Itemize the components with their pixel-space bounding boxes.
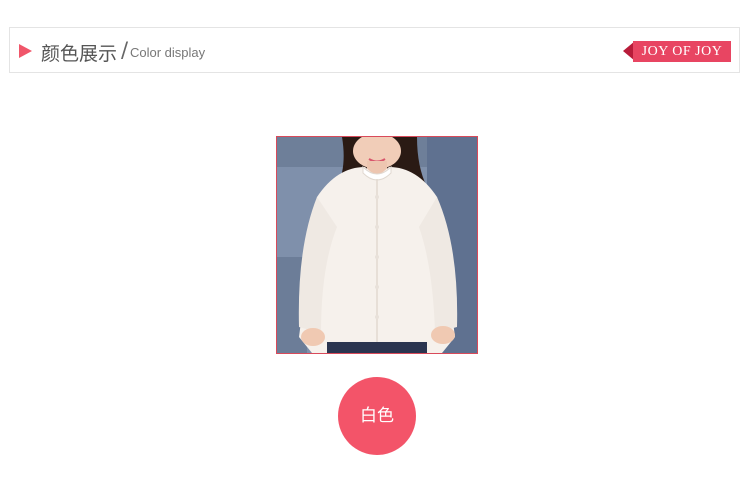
shirt-photo-illustration — [277, 137, 477, 353]
section-title-cn: 颜色展示 — [41, 43, 118, 65]
title-separator: / — [121, 38, 129, 62]
play-triangle-icon — [19, 44, 32, 58]
brand-name: JOY OF JOY — [633, 41, 731, 62]
color-option-white[interactable]: 白色 — [338, 377, 416, 455]
product-image — [276, 136, 478, 354]
section-title-en: Color display — [130, 45, 206, 60]
section-header: 颜色展示 / Color display JOY OF JOY — [9, 27, 740, 73]
brand-tag: JOY OF JOY — [623, 41, 731, 62]
